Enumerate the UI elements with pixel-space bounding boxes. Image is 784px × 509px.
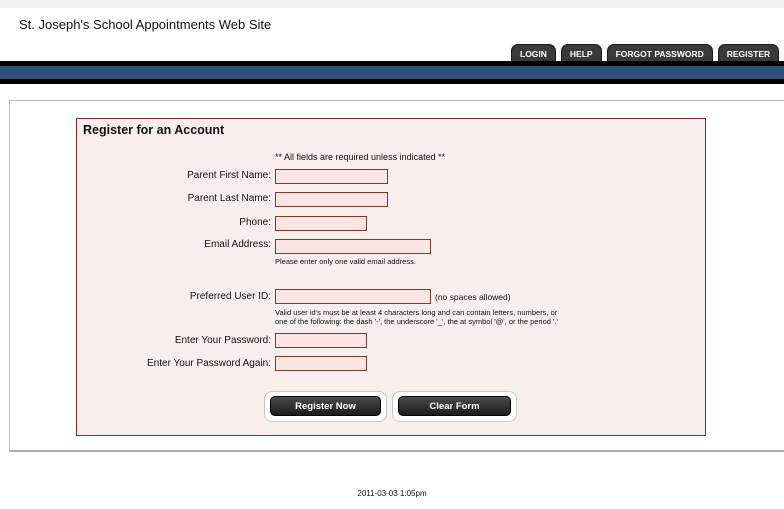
register-now-button[interactable]: Register Now bbox=[270, 396, 381, 416]
password-input[interactable] bbox=[275, 333, 367, 348]
phone-label: Phone: bbox=[239, 217, 271, 228]
last-name-input[interactable] bbox=[275, 192, 388, 207]
registration-form: Register for an Account ** All fields ar… bbox=[76, 118, 706, 436]
user-id-note: (no spaces allowed) bbox=[435, 292, 511, 302]
top-strip bbox=[0, 0, 784, 8]
phone-input[interactable] bbox=[275, 216, 367, 231]
site-title: St. Joseph's School Appointments Web Sit… bbox=[19, 17, 272, 32]
user-id-label: Preferred User ID: bbox=[189, 291, 271, 302]
email-input[interactable] bbox=[275, 239, 431, 254]
tab-login[interactable]: LOGIN bbox=[511, 44, 556, 62]
user-id-hint-1: Valid user id's must be at least 4 chara… bbox=[275, 308, 558, 317]
password-again-label: Enter Your Password Again: bbox=[147, 358, 271, 369]
user-id-hint-2: one of the following: the dash '-', the … bbox=[275, 317, 558, 326]
form-heading: Register for an Account bbox=[83, 123, 225, 137]
header-band-bottom bbox=[0, 79, 784, 84]
last-name-label: Parent Last Name: bbox=[187, 193, 271, 204]
first-name-label: Parent First Name: bbox=[187, 170, 271, 181]
clear-button-frame: Clear Form bbox=[392, 391, 517, 422]
password-label: Enter Your Password: bbox=[174, 335, 271, 346]
top-nav: LOGIN HELP FORGOT PASSWORD REGISTER bbox=[511, 44, 780, 62]
clear-form-button[interactable]: Clear Form bbox=[398, 396, 511, 416]
user-id-input[interactable] bbox=[275, 289, 431, 304]
first-name-input[interactable] bbox=[275, 169, 388, 184]
tab-forgot-password[interactable]: FORGOT PASSWORD bbox=[606, 44, 713, 62]
tab-register[interactable]: REGISTER bbox=[717, 44, 780, 62]
email-hint: Please enter only one valid email addres… bbox=[275, 257, 416, 266]
required-note: ** All fields are required unless indica… bbox=[275, 152, 446, 162]
header-band bbox=[0, 66, 784, 79]
tab-help[interactable]: HELP bbox=[560, 44, 602, 62]
register-button-frame: Register Now bbox=[264, 391, 387, 422]
password-again-input[interactable] bbox=[275, 356, 367, 371]
email-label: Email Address: bbox=[204, 239, 271, 250]
footer-timestamp: 2011-03-03 1:05pm bbox=[357, 489, 427, 498]
